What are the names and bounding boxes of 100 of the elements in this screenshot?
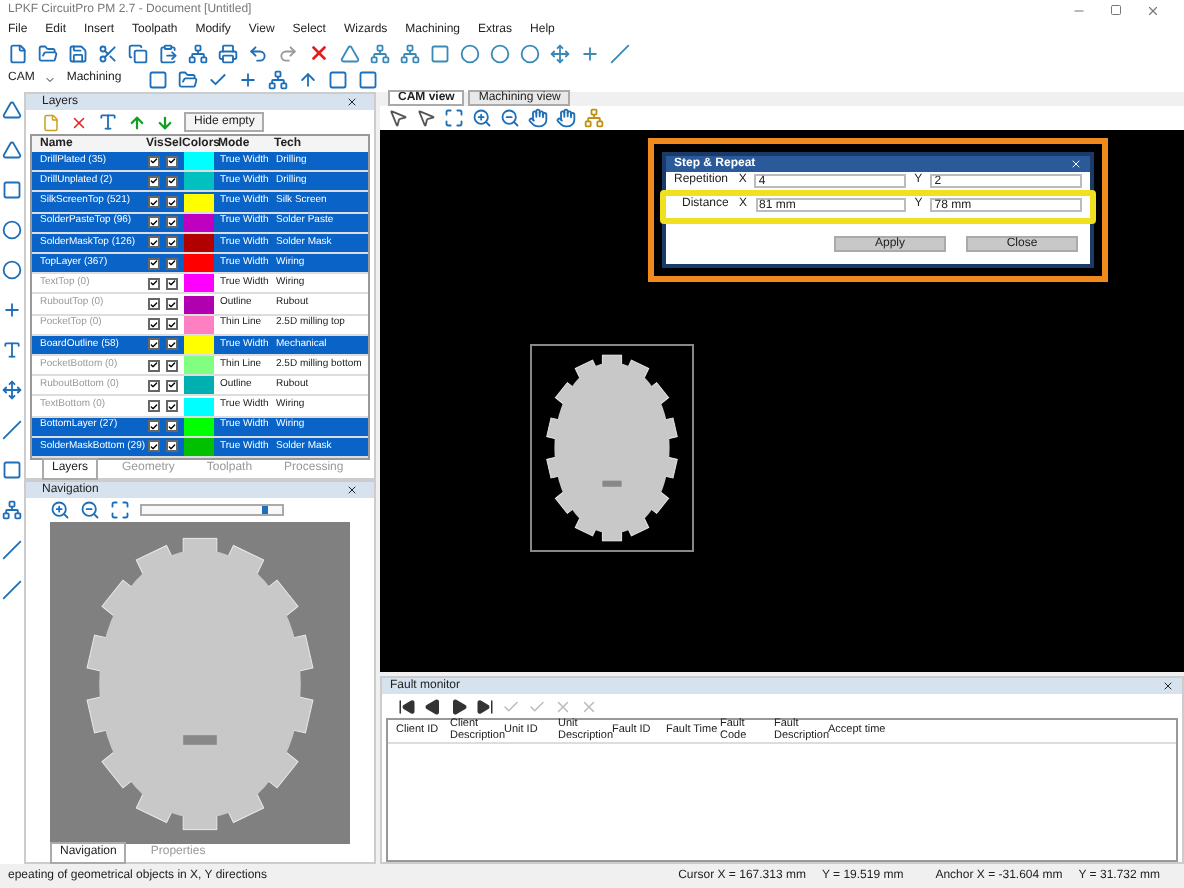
copy-icon[interactable] — [128, 43, 148, 63]
tree-icon[interactable] — [400, 43, 420, 63]
square-icon[interactable] — [2, 180, 22, 200]
square-icon[interactable] — [327, 69, 348, 89]
visible-checkbox[interactable] — [148, 379, 160, 392]
line-icon[interactable] — [2, 580, 22, 600]
color-swatch[interactable] — [184, 193, 214, 211]
color-swatch[interactable] — [184, 356, 214, 375]
select-checkbox[interactable] — [166, 298, 178, 311]
select-checkbox[interactable] — [166, 216, 178, 229]
zoom-out-icon[interactable] — [500, 108, 520, 128]
visible-checkbox[interactable] — [148, 175, 160, 188]
delete-icon[interactable] — [308, 42, 330, 64]
fit-icon[interactable] — [444, 108, 464, 128]
visible-checkbox[interactable] — [148, 400, 160, 413]
delete-icon[interactable] — [70, 113, 88, 131]
color-swatch[interactable] — [184, 152, 214, 171]
line-icon[interactable] — [2, 420, 22, 440]
move-icon[interactable] — [550, 43, 570, 63]
folder-icon[interactable] — [177, 69, 198, 89]
plus-icon[interactable] — [580, 43, 600, 63]
check-icon[interactable] — [207, 69, 228, 89]
visible-checkbox[interactable] — [148, 298, 160, 311]
hand-icon[interactable] — [556, 108, 576, 128]
select-checkbox[interactable] — [166, 338, 178, 351]
visible-checkbox[interactable] — [148, 277, 160, 290]
visible-checkbox[interactable] — [148, 236, 160, 249]
zoom-in-icon[interactable] — [50, 500, 70, 520]
visible-checkbox[interactable] — [148, 257, 160, 270]
arrow-icon[interactable] — [297, 69, 318, 89]
previous-icon[interactable] — [424, 697, 442, 715]
dropdown-icon[interactable] — [44, 73, 57, 85]
network-icon[interactable] — [2, 500, 22, 520]
close-icon[interactable] — [346, 484, 358, 496]
square-icon[interactable] — [147, 69, 168, 89]
plus-icon[interactable] — [2, 300, 22, 320]
visible-checkbox[interactable] — [148, 338, 160, 351]
select-checkbox[interactable] — [166, 236, 178, 249]
color-swatch[interactable] — [184, 254, 214, 273]
hand-icon[interactable] — [528, 108, 548, 128]
circle-icon[interactable] — [490, 43, 510, 63]
arrow-down-icon[interactable] — [156, 113, 174, 131]
cut-icon[interactable] — [98, 43, 118, 63]
select-checkbox[interactable] — [166, 155, 178, 168]
arrow-up-icon[interactable] — [128, 113, 146, 131]
color-swatch[interactable] — [184, 397, 214, 416]
move-icon[interactable] — [2, 380, 22, 400]
line-icon[interactable] — [2, 540, 22, 560]
select-checkbox[interactable] — [166, 359, 178, 372]
select-checkbox[interactable] — [166, 379, 178, 392]
visible-checkbox[interactable] — [148, 420, 160, 433]
fit-icon[interactable] — [110, 500, 130, 520]
color-swatch[interactable] — [184, 274, 214, 293]
select-checkbox[interactable] — [166, 400, 178, 413]
folder-icon[interactable] — [38, 43, 58, 63]
circle-icon[interactable] — [2, 260, 22, 280]
visible-checkbox[interactable] — [148, 196, 160, 208]
color-swatch[interactable] — [184, 172, 214, 191]
select-checkbox[interactable] — [166, 420, 178, 433]
square-icon[interactable] — [430, 43, 450, 63]
close-icon[interactable] — [1162, 680, 1174, 692]
tree-icon[interactable] — [370, 43, 390, 63]
visible-checkbox[interactable] — [148, 216, 160, 229]
triangle-icon[interactable] — [340, 43, 360, 63]
network-icon[interactable] — [188, 43, 208, 63]
select-checkbox[interactable] — [166, 440, 178, 453]
paste-icon[interactable] — [158, 43, 178, 63]
redo-icon[interactable] — [278, 43, 298, 63]
visible-checkbox[interactable] — [148, 359, 160, 372]
square-icon[interactable] — [2, 460, 22, 480]
visible-checkbox[interactable] — [148, 155, 160, 168]
text-icon[interactable] — [2, 340, 22, 360]
color-swatch[interactable] — [184, 295, 214, 314]
circle-icon[interactable] — [2, 220, 22, 240]
select-checkbox[interactable] — [166, 175, 178, 188]
maximize-icon[interactable] — [1110, 3, 1122, 15]
color-swatch[interactable] — [184, 376, 214, 395]
network-icon[interactable] — [584, 108, 604, 128]
select-checkbox[interactable] — [166, 257, 178, 270]
zoom-out-icon[interactable] — [80, 500, 100, 520]
last-icon[interactable] — [476, 697, 494, 715]
circle-icon[interactable] — [460, 43, 480, 63]
file-icon[interactable] — [8, 43, 28, 63]
next-icon[interactable] — [450, 697, 468, 715]
select-checkbox[interactable] — [166, 277, 178, 290]
first-icon[interactable] — [398, 697, 416, 715]
network-icon[interactable] — [267, 69, 288, 89]
circle-icon[interactable] — [520, 43, 540, 63]
visible-checkbox[interactable] — [148, 440, 160, 453]
visible-checkbox[interactable] — [148, 318, 160, 331]
undo-icon[interactable] — [248, 43, 268, 63]
close-icon[interactable] — [346, 96, 358, 108]
line-icon[interactable] — [610, 43, 630, 63]
save-icon[interactable] — [68, 43, 88, 63]
square-icon[interactable] — [357, 69, 378, 89]
zoom-slider[interactable] — [140, 504, 284, 516]
printer-icon[interactable] — [218, 43, 238, 63]
select-checkbox[interactable] — [166, 196, 178, 208]
select-checkbox[interactable] — [166, 318, 178, 331]
zoom-in-icon[interactable] — [472, 108, 492, 128]
